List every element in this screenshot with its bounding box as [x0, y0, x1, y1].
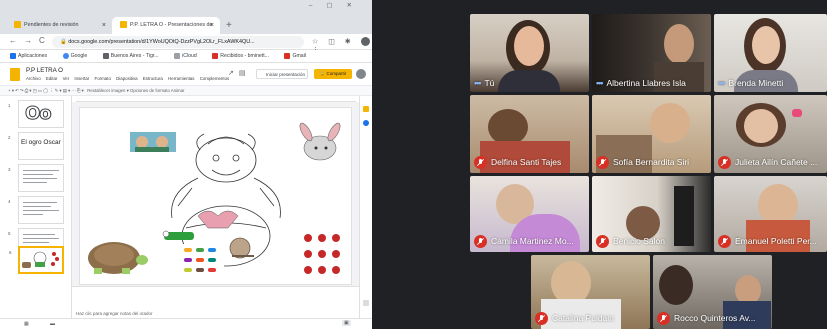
participant-label: Benicio Salon	[596, 235, 665, 248]
participant-label: Emanuel Poletti Per...	[718, 235, 817, 248]
participant-tile[interactable]: Emanuel Poletti Per...	[714, 176, 827, 252]
mic-off-icon	[474, 235, 487, 248]
speaking-indicator-icon: •••	[474, 78, 482, 88]
participant-label: Delfina Santi Tajes	[474, 156, 561, 169]
participant-label: ••• Tú	[474, 78, 495, 88]
speaking-indicator-icon: •••	[718, 78, 726, 88]
participant-label: Rocco Quinteros Av...	[657, 312, 755, 325]
mic-off-icon	[596, 235, 609, 248]
mic-off-icon	[474, 156, 487, 169]
mic-off-icon	[718, 156, 731, 169]
mic-off-icon	[535, 312, 548, 325]
participant-tile[interactable]: Julieta Ailín Cañete ...	[714, 95, 827, 173]
participant-tile[interactable]: Rocco Quinteros Av...	[653, 255, 772, 329]
speaking-indicator-icon: •••	[596, 78, 604, 88]
participant-tile[interactable]: ••• Albertina Llabres Isla	[592, 14, 711, 92]
meet-call-window: –▢✕ Pendientes de revisión × P.P. LETRA …	[0, 0, 827, 329]
participant-tile[interactable]: Sofía Bernardita Siri	[592, 95, 711, 173]
participant-grid: ••• Tú ••• Albertina Llabres Isla ••• Brend…	[0, 0, 827, 329]
mic-off-icon	[718, 235, 731, 248]
participant-tile[interactable]: Camila Martinez Mo...	[470, 176, 589, 252]
participant-label: Catalina Puldain	[535, 312, 614, 325]
participant-label: Sofía Bernardita Siri	[596, 156, 689, 169]
participant-tile[interactable]: ••• Tú	[470, 14, 589, 92]
participant-label: ••• Brenda Minetti	[718, 78, 784, 88]
mic-off-icon	[657, 312, 670, 325]
participant-tile[interactable]: Catalina Puldain	[531, 255, 650, 329]
participant-label: Julieta Ailín Cañete ...	[718, 156, 817, 169]
participant-label: Camila Martinez Mo...	[474, 235, 574, 248]
participant-tile[interactable]: Delfina Santi Tajes	[470, 95, 589, 173]
participant-label: ••• Albertina Llabres Isla	[596, 78, 686, 88]
participant-tile[interactable]: ••• Brenda Minetti	[714, 14, 827, 92]
participant-tile[interactable]: Benicio Salon	[592, 176, 711, 252]
mic-off-icon	[596, 156, 609, 169]
